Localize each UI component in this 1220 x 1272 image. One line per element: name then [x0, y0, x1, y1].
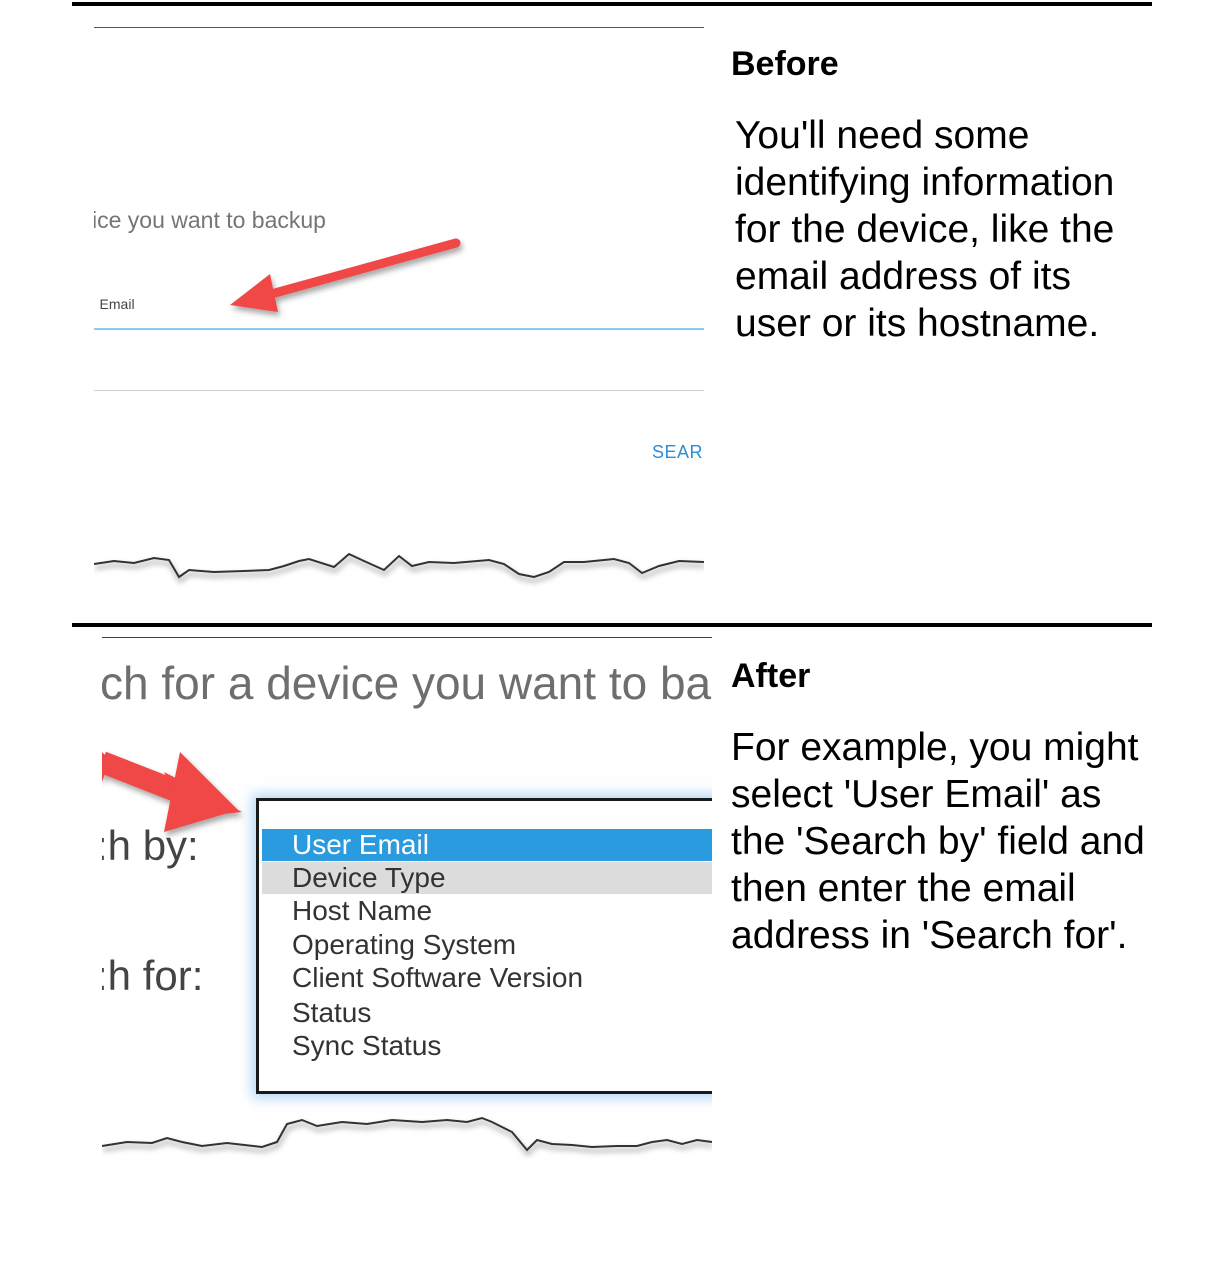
option-operating-system[interactable]: Operating System — [262, 929, 712, 961]
option-user-email[interactable]: User Email — [262, 829, 712, 861]
option-sync-status[interactable]: Sync Status — [262, 1030, 712, 1062]
before-description: You'll need some identifying information… — [735, 114, 1115, 345]
before-screenshot: ice you want to backup · Email SEARC — [94, 24, 704, 594]
top-divider — [72, 2, 1152, 6]
torn-edge — [94, 552, 704, 579]
option-status[interactable]: Status — [262, 997, 712, 1029]
middle-divider — [72, 623, 1152, 627]
option-host-name[interactable]: Host Name — [262, 895, 712, 927]
after-title: After — [731, 657, 811, 695]
torn-edge — [102, 1116, 712, 1152]
option-client-software-version[interactable]: Client Software Version — [262, 962, 712, 994]
pointer-arrow-icon — [230, 238, 461, 312]
search-by-dropdown[interactable]: User Email Device Type Host Name Operati… — [256, 798, 712, 1094]
after-description: For example, you might select 'User Emai… — [731, 726, 1145, 957]
before-title: Before — [731, 45, 839, 83]
option-device-type[interactable]: Device Type — [262, 862, 712, 894]
after-screenshot: ch for a device you want to bac :h by: :… — [102, 634, 712, 1194]
